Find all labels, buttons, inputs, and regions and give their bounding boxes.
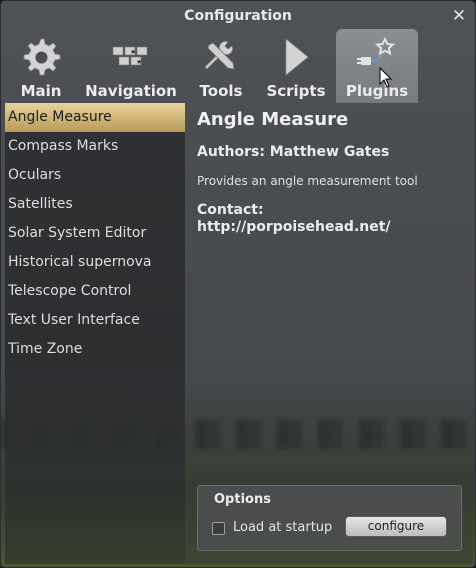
list-item[interactable]: Time Zone [5,335,185,364]
gear-icon [23,38,61,76]
window-title: Configuration [184,8,292,24]
load-at-startup-label[interactable]: Load at startup [233,520,332,535]
options-area: Options Load at startup configure [185,471,473,564]
list-item[interactable]: Historical supernova [5,248,185,277]
list-item[interactable]: Text User Interface [5,306,185,335]
tab-scripts[interactable]: Scripts [263,29,329,103]
plugin-list[interactable]: Angle Measure Compass Marks Oculars Sate… [5,103,185,564]
configuration-window: Configuration ✕ Main ★ ★ Navigation Tool… [0,0,476,568]
plugin-contact-label: Contact: [197,202,264,218]
plugin-title: Angle Measure [197,109,349,130]
options-group: Options Load at startup configure [197,485,462,551]
navigation-icon: ★ ★ [112,46,148,66]
tab-navigation[interactable]: ★ ★ Navigation [83,29,179,103]
options-title: Options [214,492,271,507]
mouse-cursor-icon [379,67,393,88]
tab-bar: Main ★ ★ Navigation Tools Scripts Plugin… [1,29,475,103]
list-item[interactable]: Satellites [5,190,185,219]
plugin-authors: Authors: Matthew Gates [197,144,390,160]
tab-tools-label: Tools [199,82,243,100]
configure-button[interactable]: configure [345,516,447,537]
tab-plugins[interactable]: Plugins [336,29,418,103]
svg-text:★: ★ [136,58,142,66]
list-item[interactable]: Solar System Editor [5,219,185,248]
plugin-contact-link[interactable]: http://porpoisehead.net/ [197,219,391,235]
list-item[interactable]: Compass Marks [5,132,185,161]
list-item[interactable]: Oculars [5,161,185,190]
tab-navigation-label: Navigation [85,82,177,100]
load-at-startup-checkbox[interactable] [212,522,225,535]
tab-scripts-label: Scripts [266,82,326,100]
tab-tools[interactable]: Tools [191,29,251,103]
list-item[interactable]: Telescope Control [5,277,185,306]
tools-icon [204,41,235,70]
tab-plugins-label: Plugins [345,82,409,100]
plugin-details: Angle Measure Authors: Matthew Gates Pro… [185,103,473,564]
list-item[interactable]: Angle Measure [5,103,185,132]
play-icon [285,38,309,76]
tab-main[interactable]: Main [11,29,71,103]
close-icon: ✕ [451,6,467,26]
close-button[interactable]: ✕ [451,6,467,26]
tab-main-label: Main [20,82,62,100]
svg-text:★: ★ [130,48,136,56]
plugin-description: Provides an angle measurement tool [197,174,418,188]
